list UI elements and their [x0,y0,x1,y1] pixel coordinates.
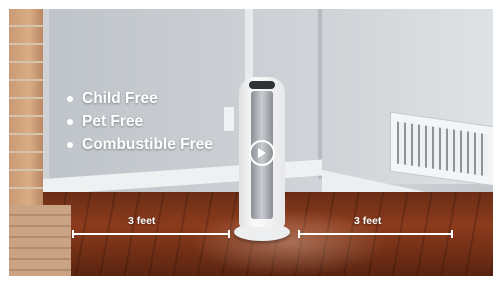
video-frame: Child Free Pet Free Combustible Free 3 f… [0,0,502,285]
feature-list: Child Free Pet Free Combustible Free [67,87,213,156]
wall-pipe [245,9,253,87]
bullet-icon [67,95,73,102]
heater-control-panel [249,81,275,89]
feature-item: Combustible Free [67,133,213,156]
bullet-icon [67,118,73,125]
vent-grille [397,121,488,177]
play-button[interactable] [249,140,275,166]
wall-outlet [223,106,235,132]
video-still[interactable]: Child Free Pet Free Combustible Free 3 f… [9,9,493,276]
dimension-tick [72,230,74,238]
wall-corner [318,9,322,179]
dimension-tick [228,230,230,238]
dimension-label-right: 3 feet [354,215,382,227]
dimension-tick [451,230,453,238]
dimension-line-right [298,233,453,235]
dimension-line-left [72,233,230,235]
bullet-icon [67,141,73,148]
dimension-tick [298,230,300,238]
play-icon [258,148,266,158]
dimension-label-left: 3 feet [128,215,156,227]
feature-item: Pet Free [67,110,213,133]
brick-hearth [9,205,71,276]
feature-item: Child Free [67,87,213,110]
